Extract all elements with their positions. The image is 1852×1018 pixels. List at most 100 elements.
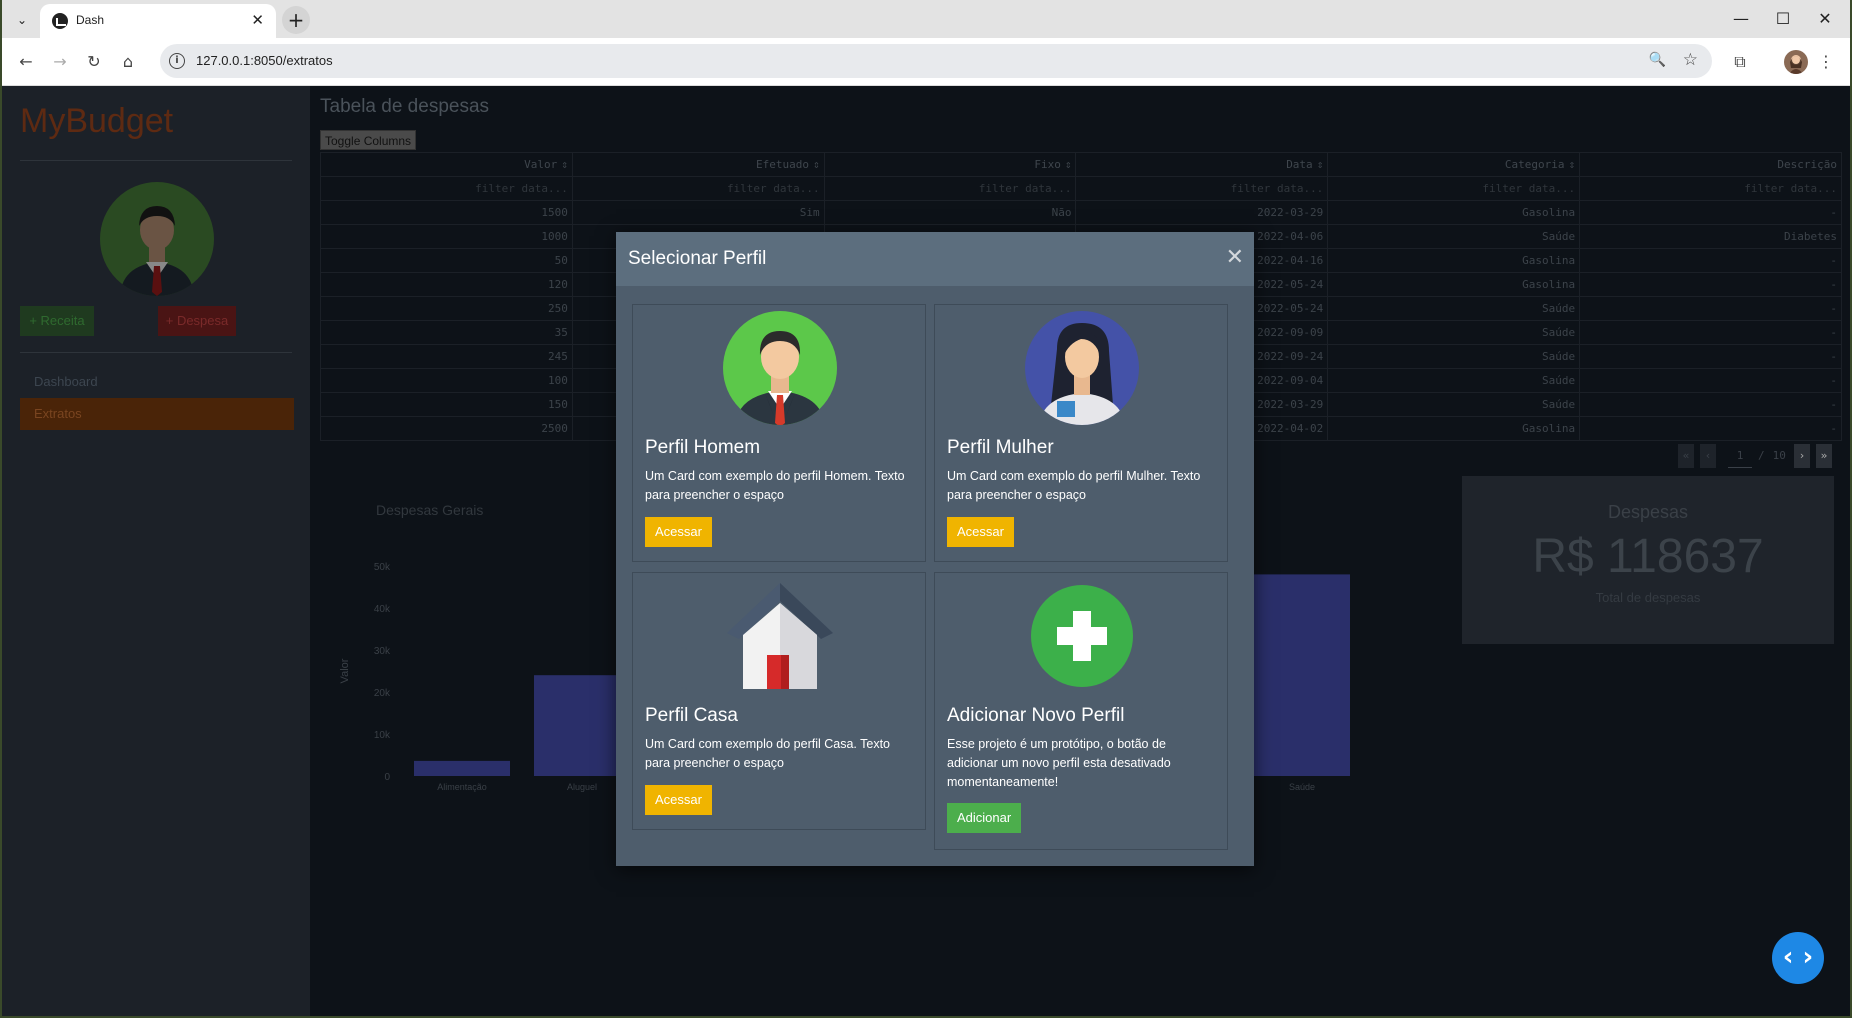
- table-cell[interactable]: Gasolina: [1327, 200, 1581, 225]
- table-cell[interactable]: Saúde: [1327, 368, 1581, 393]
- table-cell[interactable]: 250: [320, 296, 573, 321]
- table-cell[interactable]: 2500: [320, 416, 573, 441]
- site-info-icon[interactable]: i: [169, 53, 185, 69]
- add-despesa-button[interactable]: + Despesa: [158, 306, 236, 336]
- profile-avatar[interactable]: [1784, 50, 1808, 74]
- acessar-casa-button[interactable]: Acessar: [645, 785, 712, 815]
- column-header[interactable]: Valor ⇕: [320, 152, 573, 177]
- table-cell[interactable]: Saúde: [1327, 320, 1581, 345]
- sort-icon[interactable]: ⇕: [1569, 158, 1576, 171]
- card-title: Perfil Mulher: [947, 437, 1054, 458]
- filter-input[interactable]: filter data...: [1075, 176, 1329, 201]
- table-cell[interactable]: Saúde: [1327, 392, 1581, 417]
- table-cell[interactable]: Sim: [571, 200, 825, 225]
- add-receita-button[interactable]: + Receita: [20, 306, 94, 336]
- first-page-button[interactable]: «: [1678, 444, 1694, 468]
- filter-input[interactable]: filter data...: [320, 176, 573, 201]
- table-cell[interactable]: Saúde: [1327, 224, 1581, 249]
- adicionar-perfil-button[interactable]: Adicionar: [947, 803, 1022, 833]
- nav-item-dashboard[interactable]: Dashboard: [20, 366, 294, 398]
- table-cell[interactable]: 2022-03-29: [1075, 200, 1329, 225]
- last-page-button[interactable]: »: [1815, 444, 1832, 468]
- page-separator: /: [1758, 449, 1765, 462]
- table-cell[interactable]: 120: [320, 272, 573, 297]
- tab-close-icon[interactable]: ✕: [251, 11, 264, 29]
- filter-input[interactable]: filter data...: [823, 176, 1077, 201]
- acessar-homem-button[interactable]: Acessar: [645, 517, 712, 547]
- extensions-icon[interactable]: ⧉: [1728, 50, 1752, 74]
- chart-bar[interactable]: [414, 760, 510, 776]
- page-title: Tabela de despesas: [320, 96, 490, 117]
- prev-page-button[interactable]: ‹: [1700, 444, 1716, 468]
- tab-list-button[interactable]: ⌄: [10, 8, 34, 32]
- address-bar[interactable]: i 127.0.0.1:8050/extratos 🔍 ☆: [160, 44, 1712, 78]
- x-tick-label: Aluguel: [567, 782, 597, 792]
- column-header[interactable]: Categoria ⇕: [1327, 152, 1581, 177]
- table-cell[interactable]: -: [1579, 248, 1842, 273]
- browser-menu-icon[interactable]: ⋮: [1814, 50, 1838, 74]
- sort-icon[interactable]: ⇕: [1065, 158, 1072, 171]
- filter-input[interactable]: filter data...: [571, 176, 825, 201]
- table-cell[interactable]: 1500: [320, 200, 573, 225]
- column-header[interactable]: Fixo ⇕: [823, 152, 1077, 177]
- table-cell[interactable]: 35: [320, 320, 573, 345]
- table-cell[interactable]: 150: [320, 392, 573, 417]
- toggle-columns-button[interactable]: Toggle Columns: [320, 130, 417, 150]
- table-cell[interactable]: Gasolina: [1327, 272, 1581, 297]
- table-row[interactable]: 1500 Sim Não 2022-03-29 Gasolina -: [320, 200, 1842, 225]
- chart-bar[interactable]: [1254, 574, 1350, 776]
- filter-input[interactable]: filter data...: [1327, 176, 1581, 201]
- card-text: Um Card com exemplo do perfil Homem. Tex…: [645, 469, 905, 502]
- browser-tab[interactable]: Dash ✕: [40, 4, 276, 38]
- table-cell[interactable]: 1000: [320, 224, 573, 249]
- acessar-mulher-button[interactable]: Acessar: [947, 517, 1014, 547]
- table-cell[interactable]: 245: [320, 344, 573, 369]
- table-cell[interactable]: -: [1579, 296, 1842, 321]
- sidebar-profile-avatar[interactable]: [100, 182, 214, 296]
- sort-icon[interactable]: ⇕: [561, 158, 568, 171]
- url-text[interactable]: 127.0.0.1:8050/extratos: [196, 53, 333, 68]
- current-page-input[interactable]: 1: [1728, 444, 1752, 468]
- table-cell[interactable]: -: [1579, 320, 1842, 345]
- filter-input[interactable]: filter data...: [1579, 176, 1842, 201]
- table-cell[interactable]: -: [1579, 200, 1842, 225]
- modal-close-icon[interactable]: ✕: [1226, 244, 1244, 270]
- table-cell[interactable]: -: [1579, 272, 1842, 297]
- reload-button[interactable]: ↻: [82, 50, 106, 74]
- table-cell[interactable]: Não: [823, 200, 1077, 225]
- window-close-button[interactable]: ✕: [1798, 0, 1850, 38]
- column-header[interactable]: Efetuado ⇕: [571, 152, 825, 177]
- table-cell[interactable]: -: [1579, 416, 1842, 441]
- table-cell[interactable]: Diabetes: [1579, 224, 1842, 249]
- column-header[interactable]: Descrição: [1579, 152, 1842, 177]
- table-cell[interactable]: -: [1579, 368, 1842, 393]
- table-cell[interactable]: -: [1579, 344, 1842, 369]
- modal-header: Selecionar Perfil ✕: [616, 232, 1254, 286]
- table-cell[interactable]: Saúde: [1327, 344, 1581, 369]
- forward-button[interactable]: →: [48, 50, 72, 74]
- sort-icon[interactable]: ⇕: [813, 158, 820, 171]
- table-cell[interactable]: Saúde: [1327, 296, 1581, 321]
- home-button[interactable]: ⌂: [116, 50, 140, 74]
- back-button[interactable]: ←: [14, 50, 38, 74]
- zoom-icon[interactable]: 🔍: [1649, 52, 1666, 68]
- y-tick-label: 30k: [374, 646, 391, 657]
- next-page-button[interactable]: ›: [1793, 444, 1810, 468]
- sort-icon[interactable]: ⇕: [1317, 158, 1324, 171]
- browser-toolbar: ← → ↻ ⌂ i 127.0.0.1:8050/extratos 🔍 ☆ ⧉ …: [2, 38, 1850, 86]
- table-cell[interactable]: Gasolina: [1327, 248, 1581, 273]
- table-pagination: «‹ 1 / 10 ›»: [1678, 444, 1838, 468]
- card-text: Um Card com exemplo do perfil Mulher. Te…: [947, 469, 1201, 502]
- nav-item-extratos[interactable]: Extratos: [20, 398, 294, 430]
- table-cell[interactable]: Gasolina: [1327, 416, 1581, 441]
- y-tick-label: 50k: [374, 562, 391, 573]
- column-header-label: Categoria: [1504, 158, 1565, 171]
- column-header[interactable]: Data ⇕: [1075, 152, 1329, 177]
- house-icon: [721, 577, 839, 695]
- debug-toggle-button[interactable]: ‹ ›: [1772, 932, 1824, 984]
- table-cell[interactable]: 100: [320, 368, 573, 393]
- table-cell[interactable]: -: [1579, 392, 1842, 417]
- new-tab-button[interactable]: +: [282, 6, 310, 34]
- bookmark-star-icon[interactable]: ☆: [1683, 50, 1698, 70]
- table-cell[interactable]: 50: [320, 248, 573, 273]
